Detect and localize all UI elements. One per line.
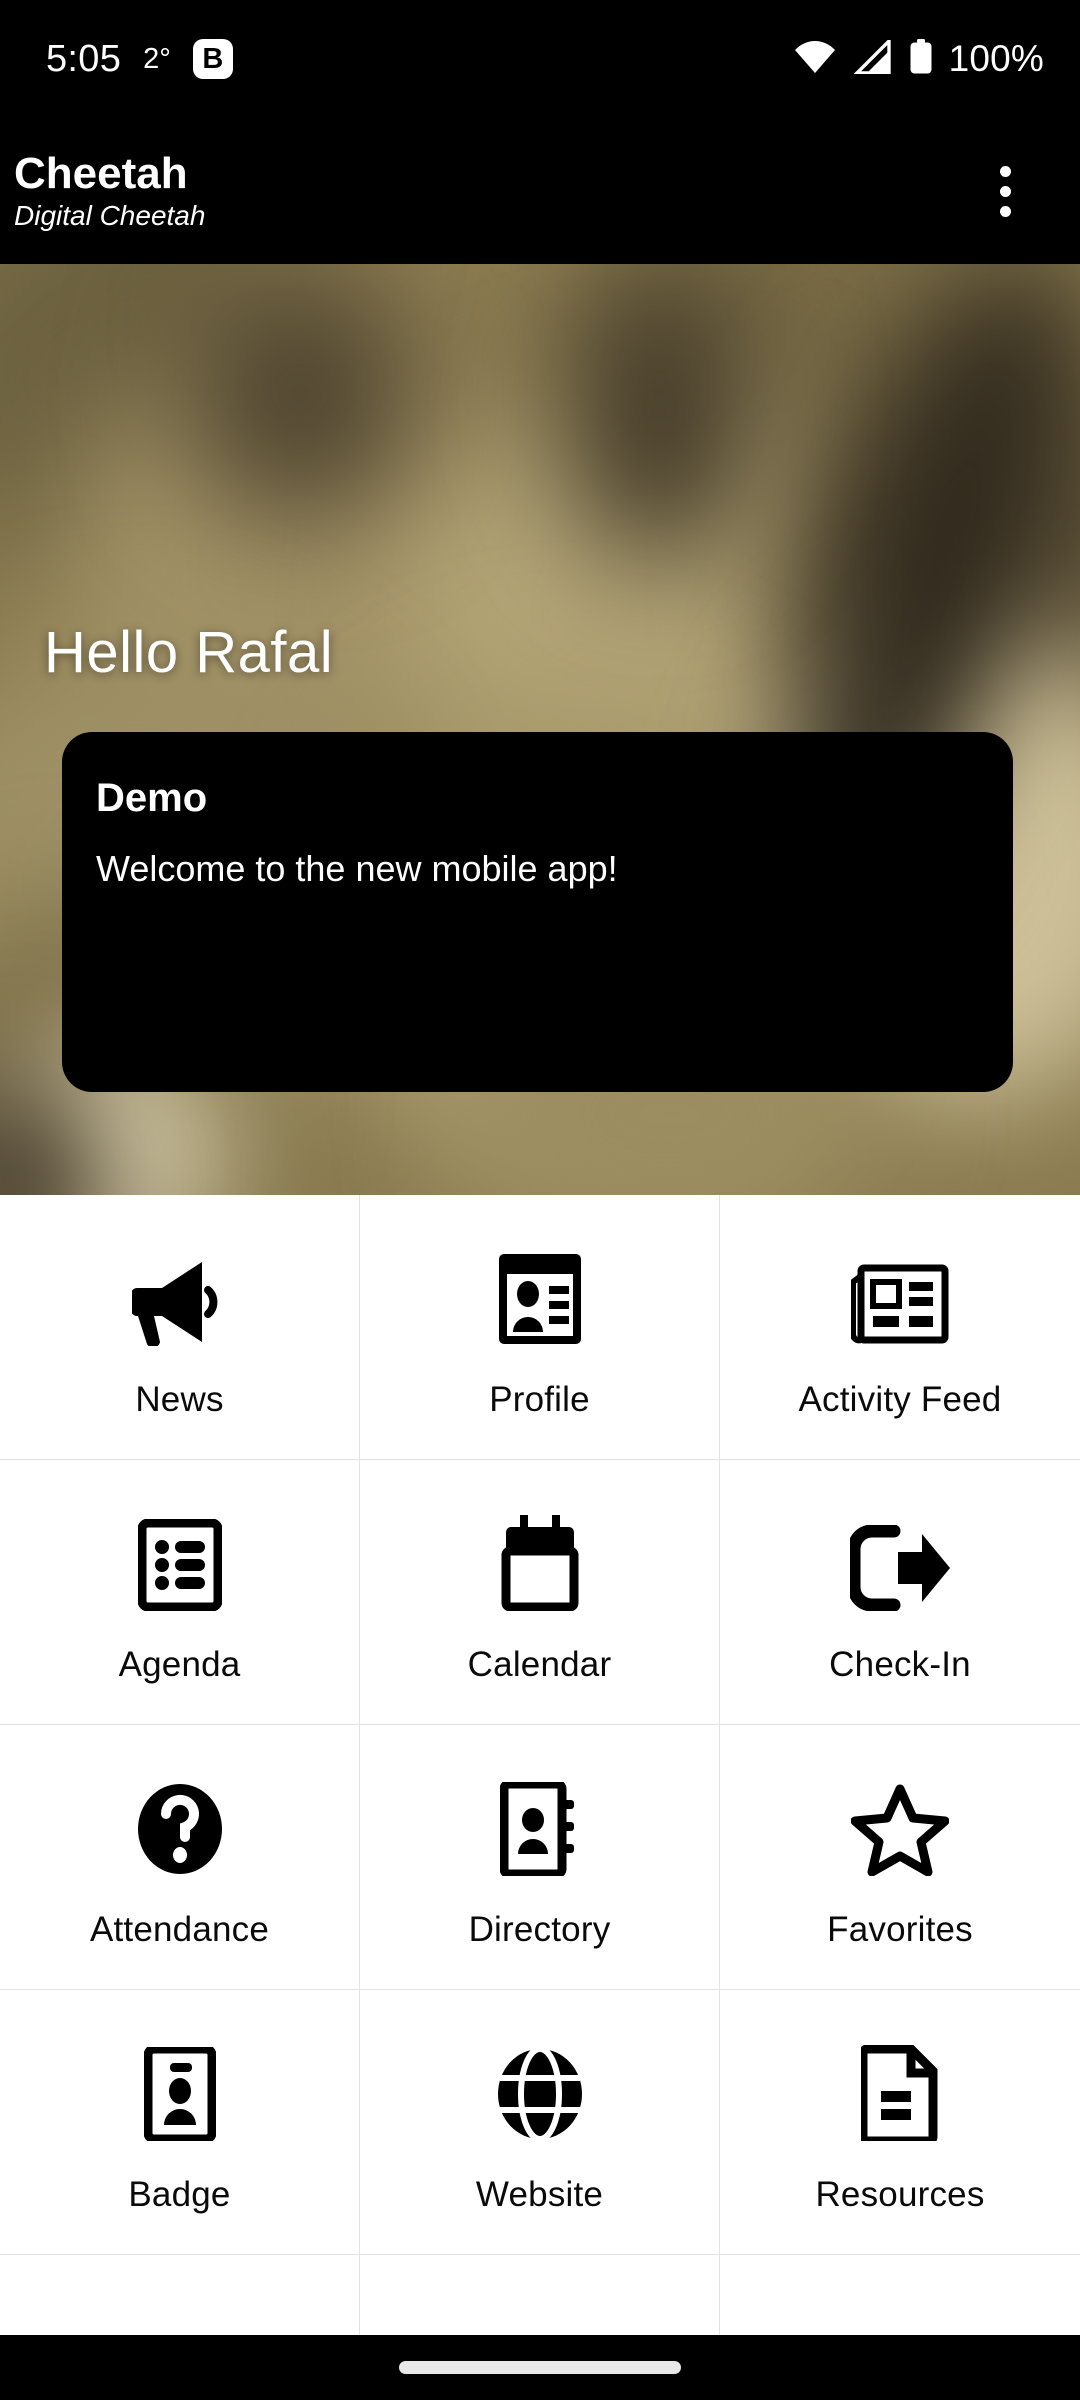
grid-item-label: Website (475, 2175, 604, 2214)
promo-card[interactable]: Demo Welcome to the new mobile app! (62, 732, 1013, 1092)
promo-card-title: Demo (96, 776, 208, 820)
status-bar-left: 5:05 2° B (46, 38, 233, 81)
shortcut-grid: News Profile Activity Feed Agenda Calend (0, 1195, 1080, 2400)
status-bar: 5:05 2° B 100% (0, 0, 1080, 118)
grid-item-directory[interactable]: Directory (360, 1725, 720, 1990)
home-gesture-pill[interactable] (399, 2361, 681, 2374)
grid-item-label: Check-In (829, 1645, 971, 1684)
grid-item-profile[interactable]: Profile (360, 1195, 720, 1460)
document-icon (861, 2029, 939, 2141)
badge-icon (143, 2029, 216, 2141)
grid-item-label: News (135, 1380, 224, 1419)
id-card-icon (497, 1234, 583, 1346)
grid-item-calendar[interactable]: Calendar (360, 1460, 720, 1725)
grid-item-badge[interactable]: Badge (0, 1990, 360, 2255)
app-bar-titles: Cheetah Digital Cheetah (14, 151, 205, 231)
app-title: Cheetah (14, 149, 188, 199)
more-vertical-icon[interactable] (962, 148, 1048, 234)
grid-item-agenda[interactable]: Agenda (0, 1460, 360, 1725)
notification-badge-icon: B (192, 39, 233, 79)
grid-item-label: Favorites (827, 1910, 973, 1949)
star-outline-icon (851, 1764, 949, 1876)
question-circle-icon (136, 1764, 224, 1876)
app-bar: Cheetah Digital Cheetah (0, 118, 1080, 264)
address-book-icon (499, 1764, 580, 1876)
hero-banner: Hello Rafal Demo Welcome to the new mobi… (0, 264, 1080, 1195)
grid-item-label: Directory (468, 1910, 611, 1949)
status-temperature: 2° (143, 42, 171, 75)
megaphone-icon (131, 1234, 228, 1346)
wifi-icon (793, 40, 837, 79)
grid-item-activity-feed[interactable]: Activity Feed (720, 1195, 1080, 1460)
globe-icon (496, 2029, 584, 2141)
battery-icon (909, 38, 933, 80)
grid-item-label: Agenda (118, 1645, 241, 1684)
system-navigation-bar (0, 2335, 1080, 2400)
cellular-signal-icon (852, 36, 893, 79)
grid-item-label: Attendance (89, 1910, 270, 1949)
app-subtitle: Digital Cheetah (14, 200, 206, 232)
grid-item-label: Profile (489, 1380, 590, 1419)
status-bar-right: 100% (793, 36, 1044, 80)
battery-percent: 100% (948, 38, 1044, 79)
grid-item-website[interactable]: Website (360, 1990, 720, 2255)
sign-out-icon (850, 1499, 950, 1611)
grid-item-news[interactable]: News (0, 1195, 360, 1460)
status-time: 5:05 (46, 37, 122, 80)
grid-item-label: Activity Feed (798, 1380, 1002, 1419)
grid-item-label: Badge (128, 2175, 231, 2214)
list-icon (137, 1499, 222, 1611)
promo-card-body: Welcome to the new mobile app! (96, 848, 618, 889)
newspaper-icon (851, 1234, 949, 1346)
calendar-icon (498, 1499, 582, 1611)
grid-item-label: Resources (815, 2175, 985, 2214)
grid-item-attendance[interactable]: Attendance (0, 1725, 360, 1990)
greeting-text: Hello Rafal (44, 620, 334, 685)
phone-screen: 5:05 2° B 100% Cheetah Digital Cheetah H… (0, 0, 1080, 2400)
grid-item-resources[interactable]: Resources (720, 1990, 1080, 2255)
grid-item-check-in[interactable]: Check-In (720, 1460, 1080, 1725)
grid-item-label: Calendar (467, 1645, 612, 1684)
grid-item-favorites[interactable]: Favorites (720, 1725, 1080, 1990)
